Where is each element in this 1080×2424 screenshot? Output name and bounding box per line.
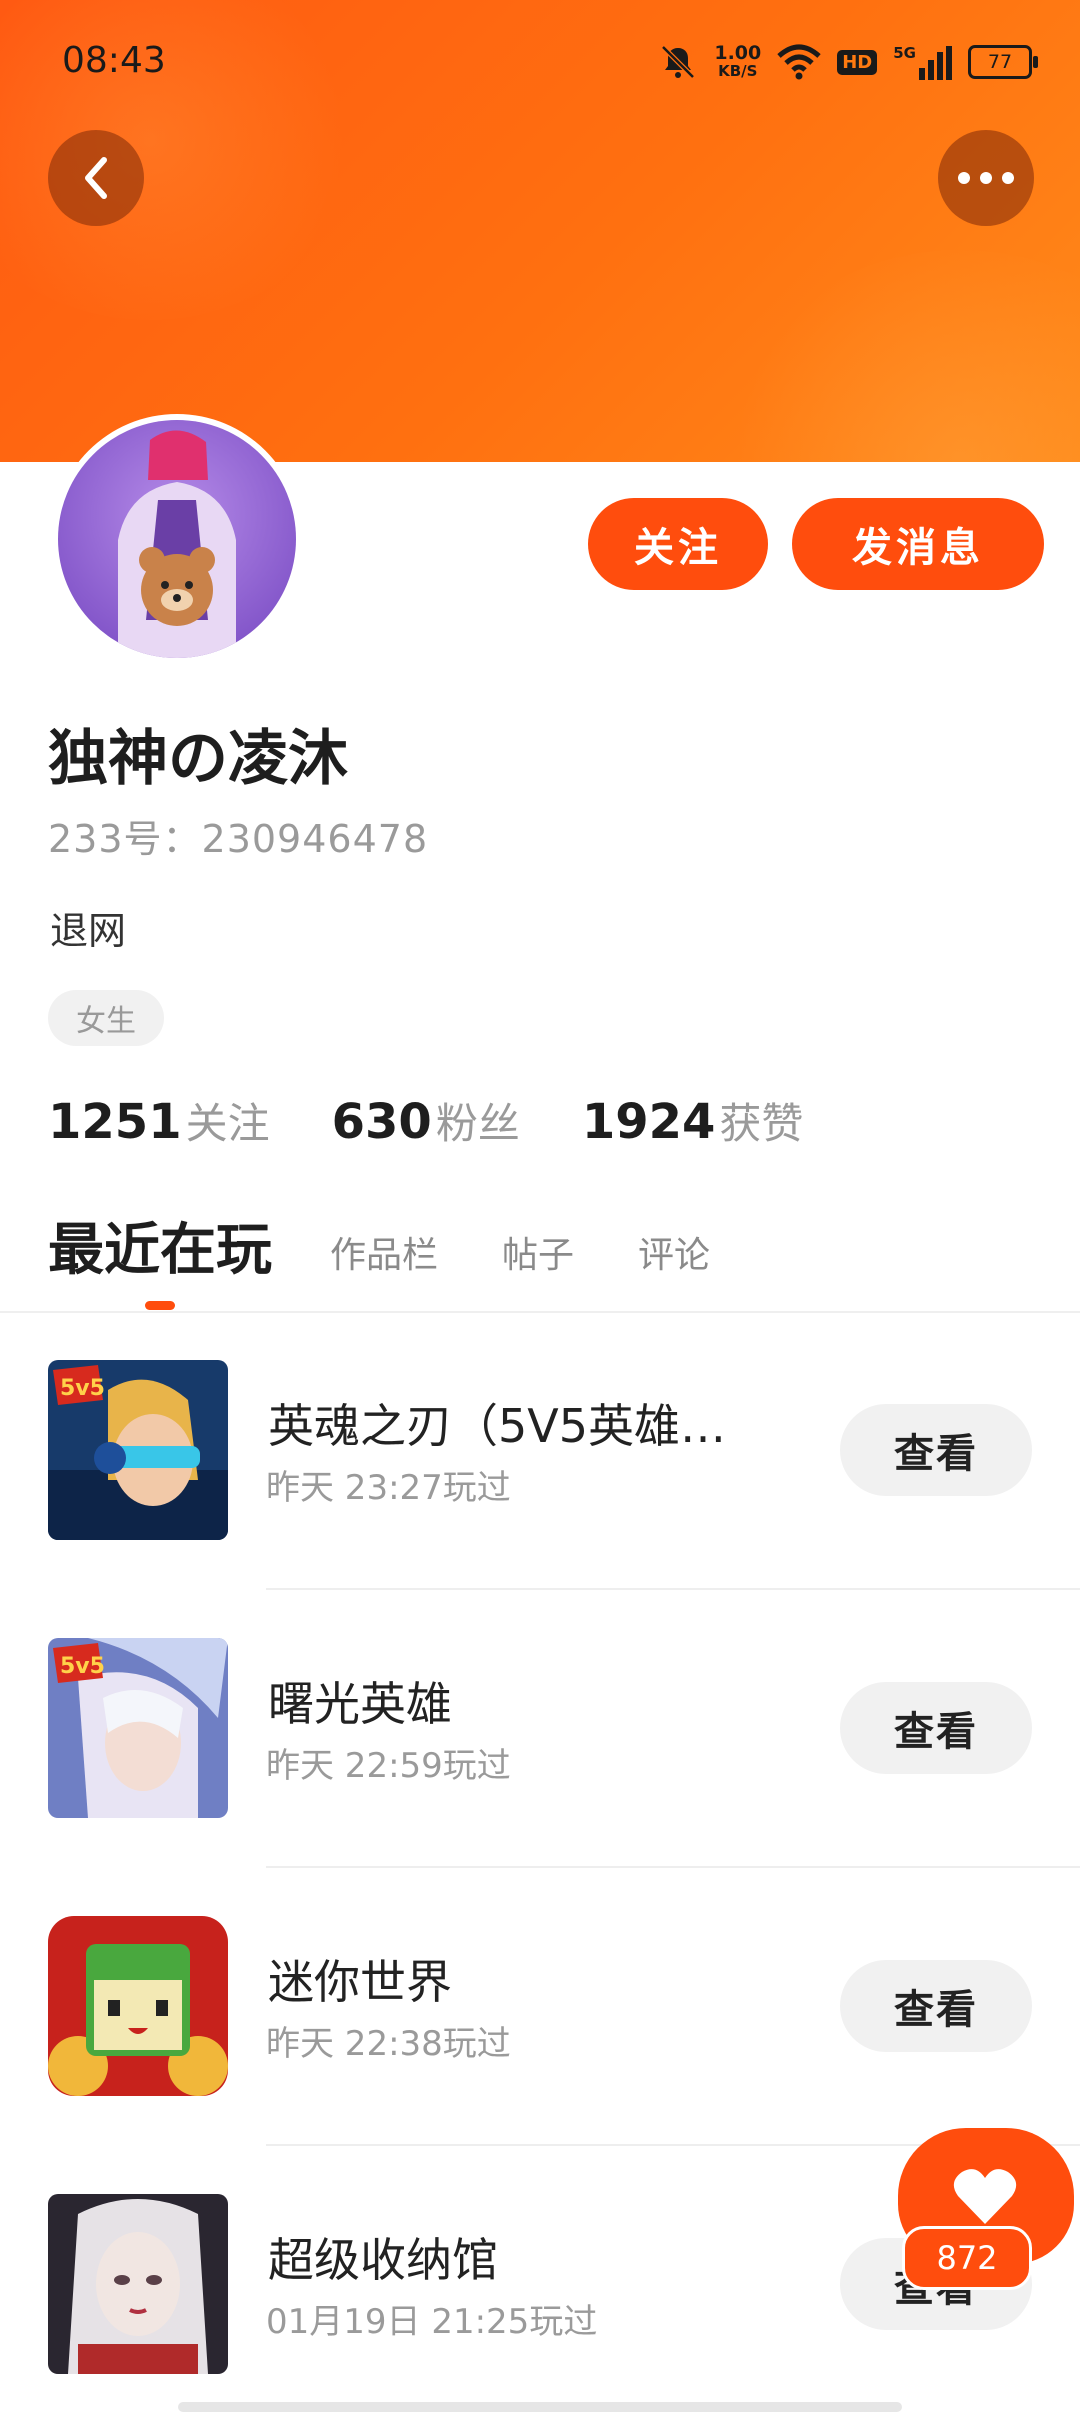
game-icon-shuguang: 5v5	[48, 1638, 228, 1818]
list-item[interactable]: 迷你世界 昨天 22:38玩过 查看	[0, 1868, 1080, 2146]
chevron-left-icon	[85, 157, 107, 199]
stat-number: 1924	[581, 1094, 716, 1150]
home-indicator[interactable]	[178, 2402, 902, 2412]
more-button[interactable]	[938, 130, 1034, 226]
avatar[interactable]	[52, 414, 302, 664]
stat-label: 粉丝	[435, 1099, 520, 1148]
like-button[interactable]: 872	[896, 2126, 1076, 2296]
stat-following[interactable]: 1251 关注	[48, 1090, 270, 1151]
avatar-image	[58, 420, 296, 658]
game-icon-yinghun: 5v5	[48, 1360, 228, 1540]
game-last-played: 昨天 23:27玩过	[266, 1468, 511, 1508]
profile-bio: 退网	[50, 909, 127, 953]
back-button[interactable]	[48, 130, 144, 226]
status-bar: 08:43 1.00 KB/S HD 5G 77	[0, 0, 1080, 124]
game-icon-mini-world	[48, 1916, 228, 2096]
game-icon-image	[48, 2194, 228, 2374]
list-item[interactable]: 5v5 英魂之刃（5V5英雄… 昨天 23:27玩过 查看	[0, 1312, 1080, 1590]
game-icon-image: 5v5	[48, 1360, 228, 1540]
hd-badge: HD	[837, 49, 878, 75]
profile-tabs: 最近在玩 作品栏 帖子 评论	[48, 1200, 774, 1310]
game-title: 迷你世界	[268, 1955, 452, 2009]
list-item[interactable]: 5v5 曙光英雄 昨天 22:59玩过 查看	[0, 1590, 1080, 1868]
active-tab-indicator	[145, 1301, 175, 1310]
stat-followers[interactable]: 630 粉丝	[332, 1090, 520, 1151]
svg-text:5v5: 5v5	[60, 1654, 105, 1679]
tab-comments[interactable]: 评论	[638, 1226, 710, 1290]
heart-icon	[953, 2169, 1017, 2224]
stat-likes: 1924 获赞	[582, 1090, 804, 1151]
stat-number: 1251	[48, 1094, 182, 1150]
tab-works[interactable]: 作品栏	[330, 1226, 438, 1290]
status-time: 08:43	[62, 40, 166, 81]
wifi-icon	[777, 44, 821, 80]
gender-tag: 女生	[48, 990, 164, 1046]
game-last-played: 昨天 22:59玩过	[266, 1746, 511, 1786]
game-icon-storage	[48, 2194, 228, 2374]
battery-indicator: 77	[968, 45, 1038, 79]
game-icon-image: 5v5	[48, 1638, 228, 1818]
stat-number: 630	[331, 1094, 432, 1150]
tab-recently-played[interactable]: 最近在玩	[48, 1205, 272, 1310]
game-title: 曙光英雄	[268, 1677, 452, 1731]
game-title: 英魂之刃（5V5英雄…	[268, 1399, 727, 1453]
cellular-signal-icon: 5G	[893, 44, 952, 80]
game-last-played: 01月19日 21:25玩过	[266, 2302, 598, 2342]
profile-uid: 233号：230946478	[48, 817, 429, 861]
more-horizontal-icon	[958, 172, 1014, 184]
like-count: 872	[902, 2226, 1032, 2290]
profile-name: 独神の凌沐	[48, 724, 348, 794]
stat-label: 关注	[185, 1099, 270, 1148]
send-message-button[interactable]: 发消息	[792, 498, 1044, 590]
view-game-button[interactable]: 查看	[840, 1682, 1032, 1774]
mute-bell-icon	[661, 45, 696, 79]
profile-stats: 1251 关注 630 粉丝 1924 获赞	[48, 1090, 865, 1151]
view-game-button[interactable]: 查看	[840, 1960, 1032, 2052]
game-icon-image	[48, 1916, 228, 2096]
stat-label: 获赞	[719, 1099, 804, 1148]
game-title: 超级收纳馆	[268, 2233, 498, 2287]
follow-button[interactable]: 关注	[588, 498, 768, 590]
view-game-button[interactable]: 查看	[840, 1404, 1032, 1496]
svg-text:5v5: 5v5	[60, 1376, 105, 1401]
network-speed: 1.00 KB/S	[714, 42, 762, 81]
tab-posts[interactable]: 帖子	[502, 1226, 574, 1290]
game-last-played: 昨天 22:38玩过	[266, 2024, 511, 2064]
